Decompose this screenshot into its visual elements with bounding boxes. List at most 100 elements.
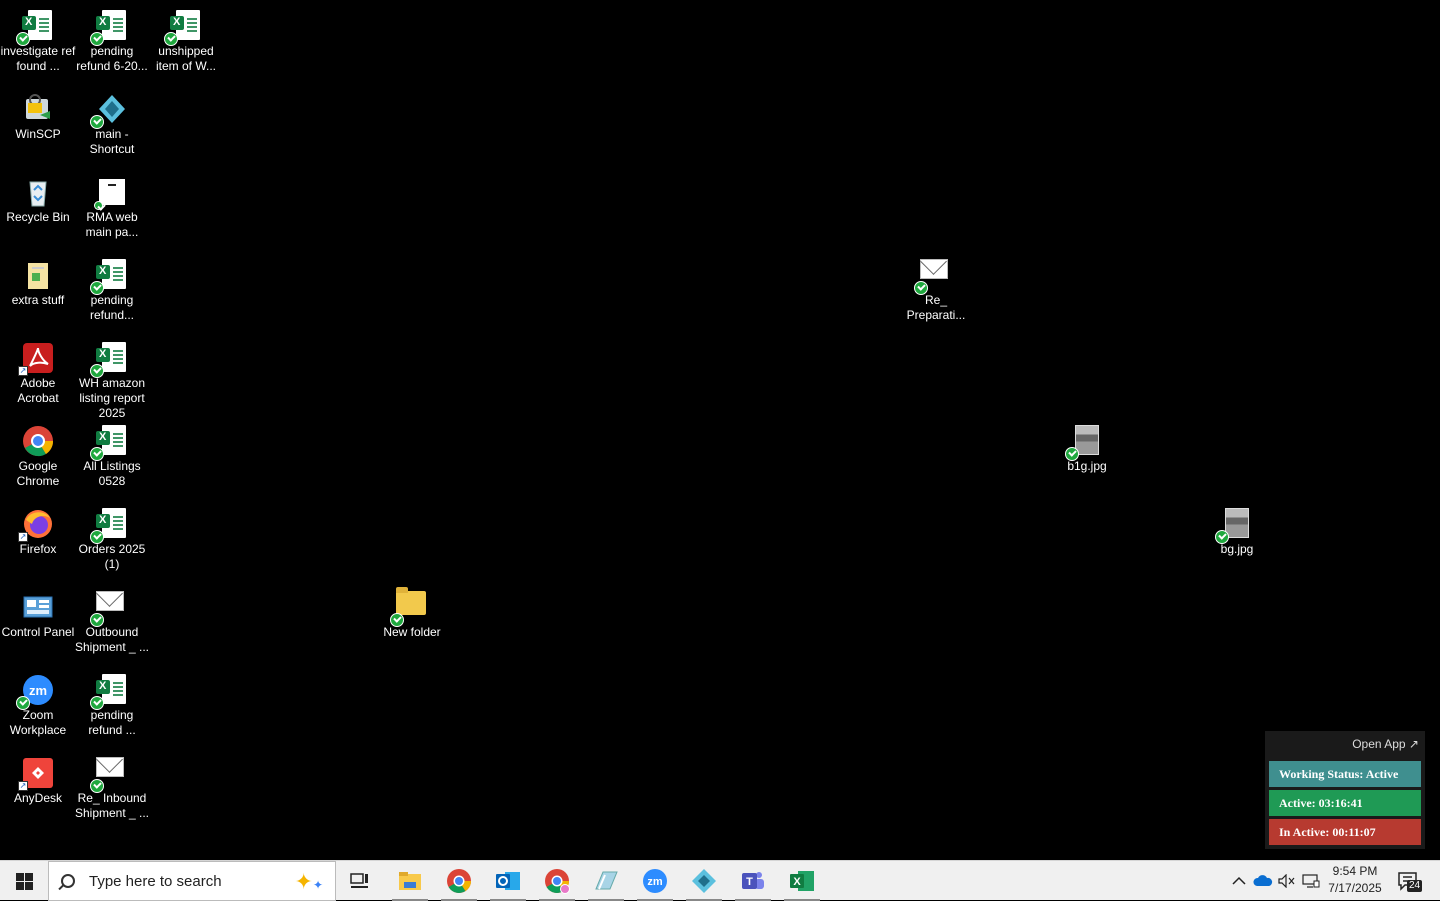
- sync-check-icon: [90, 613, 104, 627]
- desktop-icon-pending-refund-2[interactable]: pending refund...: [74, 253, 150, 323]
- desktop-icon-label: Orders 2025 (1): [78, 542, 146, 571]
- desktop-icon-firefox[interactable]: ↗ Firefox: [0, 502, 76, 557]
- onedrive-tray-button[interactable]: [1252, 861, 1274, 901]
- desktop-icon-pending-refund-620[interactable]: pending refund 6-20...: [74, 4, 150, 74]
- file-explorer-icon: [399, 872, 421, 890]
- desktop-icon-anydesk[interactable]: ↗ AnyDesk: [0, 751, 76, 806]
- notification-center-button[interactable]: 24: [1396, 867, 1424, 895]
- desktop-icon-label: investigate ref found ...: [0, 44, 76, 73]
- desktop-icon-rma-web[interactable]: RMA web main pa...: [74, 170, 150, 240]
- desktop-icon-pending-refund-3[interactable]: pending refund ...: [74, 668, 150, 738]
- image-file-icon: [1065, 425, 1103, 461]
- desktop-icon-label: Google Chrome: [16, 459, 60, 488]
- desktop-icon-new-folder[interactable]: New folder: [374, 585, 450, 640]
- volume-muted-icon: [1278, 874, 1295, 888]
- svg-text:zm: zm: [647, 876, 663, 888]
- excel-file-icon: [16, 10, 54, 46]
- excel-file-icon: [90, 508, 128, 544]
- desktop-icon-label: RMA web main pa...: [85, 210, 139, 239]
- volume-tray-button[interactable]: [1276, 861, 1298, 901]
- desktop-icon-label: extra stuff: [11, 293, 65, 307]
- excel-file-icon: [90, 425, 128, 461]
- svg-text:X: X: [793, 876, 801, 888]
- desktop-icon-all-listings[interactable]: All Listings 0528: [74, 419, 150, 489]
- sync-check-icon: [1215, 530, 1229, 544]
- excel-file-icon: [90, 674, 128, 710]
- desktop-icon-re-inbound[interactable]: Re_ Inbound Shipment _ ...: [74, 751, 150, 821]
- show-hidden-icons-button[interactable]: [1228, 861, 1250, 901]
- chrome-profile-icon: [545, 869, 570, 894]
- network-icon: [1302, 874, 1320, 888]
- desktop-icon-label: Recycle Bin: [6, 210, 70, 224]
- taskbar-zoom[interactable]: zm: [631, 861, 679, 901]
- search-highlight-icon: ✦✦: [294, 869, 324, 894]
- mail-icon: [914, 259, 952, 295]
- desktop-icon-re-preparation[interactable]: Re_ Preparati...: [898, 253, 974, 323]
- taskbar-chrome[interactable]: [435, 861, 483, 901]
- desktop-icon-label: Firefox: [19, 542, 57, 556]
- taskbar-chrome-profile[interactable]: [533, 861, 581, 901]
- desktop-icon-main-shortcut[interactable]: main - Shortcut: [74, 87, 150, 157]
- desktop-icon-label: main - Shortcut: [89, 127, 135, 156]
- open-app-link[interactable]: Open App ↗: [1352, 737, 1419, 751]
- taskbar-paint[interactable]: [582, 861, 630, 901]
- control-panel-icon: [22, 591, 54, 623]
- sync-check-icon: [90, 696, 104, 710]
- active-time-row: Active: 03:16:41: [1269, 790, 1421, 816]
- search-placeholder: Type here to search: [89, 872, 222, 890]
- search-icon: [61, 874, 75, 888]
- sync-check-icon: [90, 447, 104, 461]
- desktop-icon-label: Control Panel: [1, 625, 75, 639]
- chrome-icon: [22, 425, 54, 457]
- desktop-icon-bg-jpg[interactable]: bg.jpg: [1199, 502, 1275, 557]
- document-icon: [94, 176, 128, 210]
- desktop-icon-orders-2025[interactable]: Orders 2025 (1): [74, 502, 150, 572]
- firefox-icon: ↗: [18, 508, 54, 542]
- taskbar-clock[interactable]: 9:54 PM 7/17/2025: [1322, 863, 1388, 897]
- desktop-icon-recycle-bin[interactable]: Recycle Bin: [0, 170, 76, 225]
- desktop-icon-winscp[interactable]: WinSCP: [0, 87, 76, 142]
- desktop-icon-b1g-jpg[interactable]: b1g.jpg: [1049, 419, 1125, 474]
- taskbar-app[interactable]: [680, 861, 728, 901]
- working-status-row: Working Status: Active: [1269, 761, 1421, 787]
- taskbar-teams[interactable]: T: [729, 861, 777, 901]
- desktop-icon-label: Adobe Acrobat: [17, 376, 59, 405]
- taskbar-excel[interactable]: X: [778, 861, 826, 901]
- chevron-up-icon: [1232, 876, 1246, 885]
- taskbar-search-box[interactable]: Type here to search ✦✦: [48, 861, 336, 901]
- mail-icon: [90, 591, 128, 627]
- taskbar: Type here to search ✦✦ zm T X 9:54 PM 7/…: [0, 860, 1440, 901]
- desktop-icon-label: WinSCP: [15, 127, 61, 141]
- desktop-icon-google-chrome[interactable]: Google Chrome: [0, 419, 76, 489]
- zoom-icon: zm: [643, 869, 667, 893]
- desktop-icon-label: All Listings 0528: [83, 459, 141, 488]
- desktop-icon-label: AnyDesk: [13, 791, 63, 805]
- network-tray-button[interactable]: [1300, 861, 1322, 901]
- desktop-icon-extra-stuff[interactable]: extra stuff: [0, 253, 76, 308]
- desktop-icon-outbound-shipment[interactable]: Outbound Shipment _ ...: [74, 585, 150, 655]
- sync-check-icon: [90, 364, 104, 378]
- desktop-icon-control-panel[interactable]: Control Panel: [0, 585, 76, 640]
- clock-time: 9:54 PM: [1332, 864, 1378, 878]
- start-button[interactable]: [0, 861, 48, 901]
- excel-file-icon: [90, 259, 128, 295]
- windows-logo-icon: [15, 872, 33, 890]
- notification-count-badge: 24: [1407, 880, 1423, 892]
- desktop-icon-zoom[interactable]: zm Zoom Workplace: [0, 668, 76, 738]
- winscp-icon: [22, 93, 54, 125]
- recycle-bin-icon: [22, 176, 54, 208]
- shortcut-arrow-icon: ↗: [18, 366, 28, 376]
- svg-text:zm: zm: [29, 683, 47, 698]
- taskbar-outlook[interactable]: [484, 861, 532, 901]
- desktop-icon-investigate[interactable]: investigate ref found ...: [0, 4, 76, 74]
- desktop-icon-label: Re_ Preparati...: [906, 293, 966, 322]
- desktop-icon-unshipped-item[interactable]: unshipped item of W...: [148, 4, 224, 74]
- sync-check-icon: [90, 115, 104, 129]
- taskbar-file-explorer[interactable]: [386, 861, 434, 901]
- desktop-icon-wh-amazon[interactable]: WH amazon listing report 2025: [74, 336, 150, 421]
- app-diamond-icon: [692, 869, 716, 893]
- desktop-icon-label: b1g.jpg: [1067, 459, 1107, 473]
- task-view-button[interactable]: [336, 861, 384, 901]
- anydesk-icon: ↗: [18, 757, 54, 791]
- desktop-icon-adobe-acrobat[interactable]: ↗ Adobe Acrobat: [0, 336, 76, 406]
